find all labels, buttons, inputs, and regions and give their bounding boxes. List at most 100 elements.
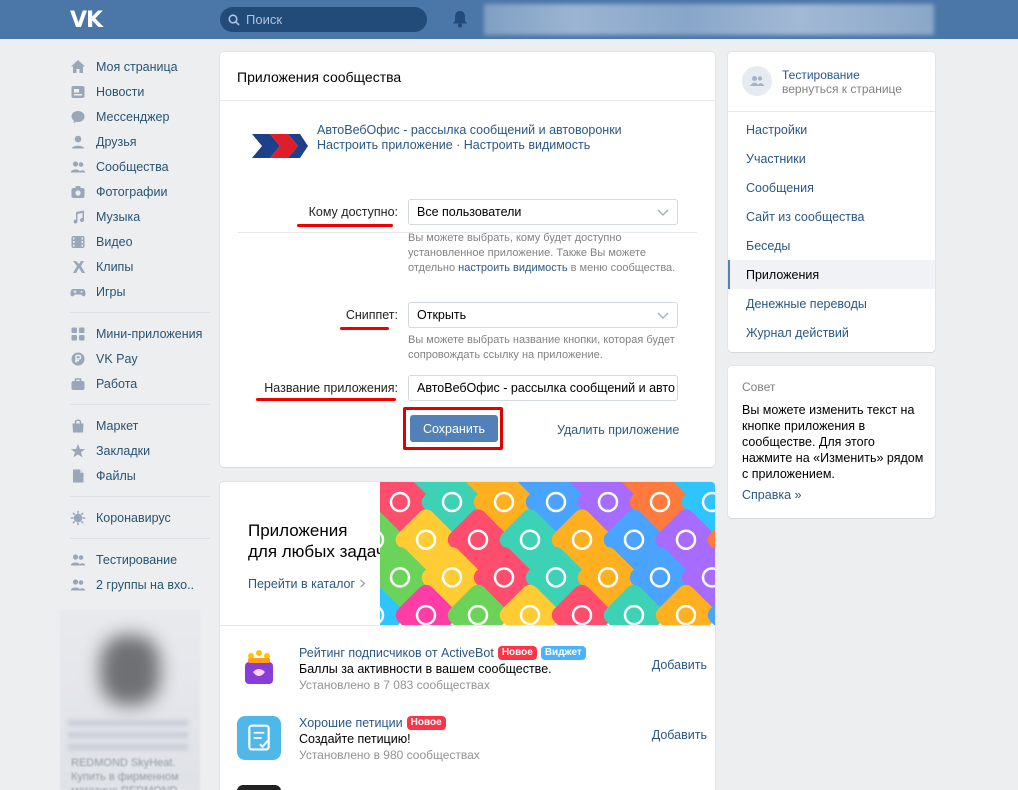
sidebar-item-label: Музыка: [96, 209, 141, 224]
sidebar-item-label: Друзья: [96, 134, 137, 149]
access-label: Кому доступно:: [308, 205, 398, 219]
snippet-hint: Вы можете выбрать название кнопки, котор…: [408, 334, 675, 361]
catalog-item-title: Рейтинг подписчиков от ActiveBot Новое Вид…: [299, 646, 586, 660]
catalog-item-name: Рейтинг подписчиков от ActiveBot: [299, 646, 494, 660]
settings-nav-item[interactable]: Сообщения: [728, 173, 935, 202]
visibility-hint-link[interactable]: настроить видимость: [458, 262, 567, 274]
help-link[interactable]: Справка »: [742, 488, 801, 502]
search-input[interactable]: [246, 12, 416, 27]
app-name-input[interactable]: АвтоВебОфис - рассылка сообщений и авто: [408, 375, 678, 401]
configure-visibility-link[interactable]: Настроить видимость: [464, 138, 590, 152]
ad-image: [100, 635, 160, 705]
blurred-header-area: [484, 4, 934, 35]
sidebar-item-file[interactable]: Файлы: [70, 463, 210, 488]
app-name-input-value: АвтоВебОфис - рассылка сообщений и авто: [417, 381, 675, 395]
snippet-label: Сниппет:: [345, 308, 398, 322]
settings-nav-item[interactable]: Сайт из сообщества: [728, 202, 935, 231]
sidebar-item-communities[interactable]: Сообщества: [70, 154, 210, 179]
sidebar-item-video[interactable]: Видео: [70, 229, 210, 254]
sidebar-item-label: Маркет: [96, 418, 139, 433]
vkpay-icon: [70, 351, 86, 367]
catalog-item-title: Хорошие петиции Новое: [299, 716, 446, 730]
save-button[interactable]: Сохранить: [410, 415, 498, 442]
catalog-item[interactable]: Рейтинг подписчиков от ActiveBot Новое Вид…: [237, 646, 707, 702]
sidebar-item-group[interactable]: 2 группы на вхо..: [70, 572, 210, 597]
sidebar-item-briefcase[interactable]: Работа: [70, 371, 210, 396]
add-app-button[interactable]: Добавить: [652, 728, 707, 742]
sidebar-item-group[interactable]: Тестирование: [70, 547, 210, 572]
file-icon: [70, 468, 86, 484]
music-icon: [70, 209, 86, 225]
star-icon: [70, 443, 86, 459]
app-links: Настроить приложение · Настроить видимос…: [317, 138, 590, 152]
sidebar-item-news[interactable]: Новости: [70, 79, 210, 104]
community-name[interactable]: Тестирование: [782, 68, 860, 82]
settings-nav-item[interactable]: Приложения: [728, 260, 935, 289]
settings-nav-item[interactable]: Беседы: [728, 231, 935, 260]
sidebar-item-vkpay[interactable]: VK Pay: [70, 346, 210, 371]
app-name[interactable]: АвтоВебОфис - рассылка сообщений и автов…: [317, 123, 622, 137]
news-icon: [70, 84, 86, 100]
sidebar-item-messenger[interactable]: Мессенджер: [70, 104, 210, 129]
access-select-value: Все пользователи: [417, 205, 522, 219]
next-catalog-item-icon: [237, 785, 281, 790]
settings-nav-item[interactable]: Денежные переводы: [728, 289, 935, 318]
tip-title: Совет: [742, 380, 776, 394]
chevron-down-icon: [657, 312, 669, 320]
sidebar-item-music[interactable]: Музыка: [70, 204, 210, 229]
access-select[interactable]: Все пользователи: [408, 199, 678, 225]
sidebar-item-star[interactable]: Закладки: [70, 438, 210, 463]
chevron-down-icon: [657, 209, 669, 217]
catalog-item[interactable]: Хорошие петиции Новое Создайте петицию! У…: [237, 716, 707, 772]
apps-catalog-panel: Приложения для любых задач Перейти в кат…: [220, 482, 715, 790]
menu-divider: [728, 111, 935, 112]
highlight-underline: [340, 327, 389, 330]
save-highlight-box: Сохранить: [403, 407, 503, 450]
virus-icon: [70, 510, 86, 526]
delete-app-link[interactable]: Удалить приложение: [557, 423, 679, 437]
catalog-item-stat: Установлено в 7 083 сообществах: [299, 678, 490, 692]
settings-nav-item[interactable]: Участники: [728, 144, 935, 173]
sidebar-item-label: Сообщества: [96, 159, 169, 174]
catalog-link[interactable]: Перейти в каталог: [248, 577, 366, 591]
sidebar-ad[interactable]: REDMOND SkyHeat. Купить в фирменном мага…: [60, 610, 200, 790]
add-app-button[interactable]: Добавить: [652, 658, 707, 672]
video-icon: [70, 234, 86, 250]
search-box[interactable]: [220, 7, 427, 32]
group-icon: [750, 76, 765, 86]
community-apps-panel: Приложения сообщества АвтоВебОфис - расс…: [220, 52, 715, 467]
app-name-label: Название приложения:: [264, 381, 398, 395]
sidebar-item-home[interactable]: Моя страница: [70, 54, 210, 79]
activebot-app-icon: [237, 646, 281, 690]
sidebar-item-virus[interactable]: Коронавирус: [70, 505, 210, 530]
configure-app-link[interactable]: Настроить приложение: [317, 138, 453, 152]
settings-nav-item[interactable]: Настройки: [728, 115, 935, 144]
link-separator: ·: [452, 138, 464, 152]
briefcase-icon: [70, 376, 86, 392]
menu-separator: [70, 404, 210, 405]
settings-nav-item[interactable]: Журнал действий: [728, 318, 935, 347]
badge-new: Новое: [497, 646, 537, 660]
access-hint-text-end: в меню сообщества.: [567, 262, 676, 274]
vk-logo[interactable]: VK: [70, 8, 103, 33]
sidebar-item-friends[interactable]: Друзья: [70, 129, 210, 154]
sidebar-item-clips[interactable]: Клипы: [70, 254, 210, 279]
sidebar-item-camera[interactable]: Фотографии: [70, 179, 210, 204]
badge-widget: Виджет: [540, 646, 586, 660]
back-to-page-link[interactable]: вернуться к странице: [782, 82, 902, 96]
settings-nav: Настройки Участники Сообщения Сайт из сообщ…: [728, 115, 935, 347]
sidebar-item-apps-grid[interactable]: Мини-приложения: [70, 321, 210, 346]
menu-separator: [70, 538, 210, 539]
sidebar-item-label: Тестирование: [96, 552, 178, 567]
menu-separator: [70, 312, 210, 313]
sidebar-item-shopping-bag[interactable]: Маркет: [70, 413, 210, 438]
catalog-item-name: Хорошие петиции: [299, 716, 403, 730]
community-header[interactable]: Тестирование вернуться к странице: [742, 66, 927, 106]
installed-app: АвтоВебОфис - рассылка сообщений и автов…: [250, 120, 700, 170]
snippet-select[interactable]: Открыть: [408, 302, 678, 328]
sidebar-item-label: Новости: [96, 84, 145, 99]
friends-icon: [70, 134, 86, 150]
sidebar-item-label: Фотографии: [96, 184, 168, 199]
notifications-button[interactable]: [452, 10, 468, 31]
sidebar-item-gamepad[interactable]: Игры: [70, 279, 210, 304]
